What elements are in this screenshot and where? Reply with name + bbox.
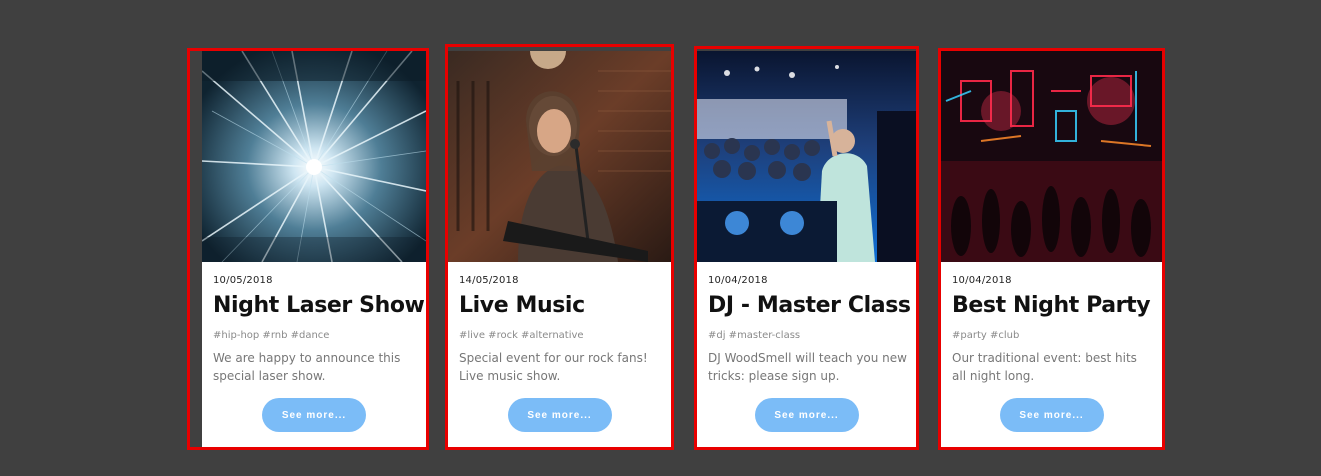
see-more-button[interactable]: See more... xyxy=(999,398,1104,432)
event-tags: #hip-hop #rnb #dance xyxy=(213,330,330,341)
event-date: 14/05/2018 xyxy=(459,275,519,286)
event-image-best-night-party xyxy=(941,51,1162,262)
event-title: DJ - Master Class xyxy=(708,293,911,318)
event-title: Night Laser Show xyxy=(213,293,425,318)
event-description: Special event for our rock fans! Live mu… xyxy=(459,351,648,383)
event-card-live-music: 14/05/2018 Live Music #live #rock #alter… xyxy=(445,44,674,450)
event-title: Best Night Party xyxy=(952,293,1151,318)
event-date: 10/04/2018 xyxy=(952,275,1012,286)
card-panel: 10/04/2018 DJ - Master Class #dj #master… xyxy=(697,51,916,447)
event-image-laser-show xyxy=(202,51,426,262)
event-title: Live Music xyxy=(459,293,585,318)
event-card-dj-master-class: 10/04/2018 DJ - Master Class #dj #master… xyxy=(694,46,919,450)
event-tags: #live #rock #alternative xyxy=(459,330,584,341)
event-date: 10/04/2018 xyxy=(708,275,768,286)
see-more-button[interactable]: See more... xyxy=(754,398,859,432)
see-more-button[interactable]: See more... xyxy=(507,398,612,432)
card-panel: 10/05/2018 Night Laser Show #hip-hop #rn… xyxy=(202,51,426,447)
event-image-live-music xyxy=(448,51,671,262)
see-more-button[interactable]: See more... xyxy=(262,398,366,432)
event-card-best-night-party: 10/04/2018 Best Night Party #party #club… xyxy=(938,48,1165,450)
event-tags: #dj #master-class xyxy=(708,330,801,341)
event-description: Our traditional event: best hits all nig… xyxy=(952,351,1137,383)
event-image-dj-master-class xyxy=(697,51,916,262)
event-card-night-laser-show: 10/05/2018 Night Laser Show #hip-hop #rn… xyxy=(187,48,429,450)
card-body: 10/05/2018 Night Laser Show #hip-hop #rn… xyxy=(202,262,426,447)
event-date: 10/05/2018 xyxy=(213,275,273,286)
card-body: 14/05/2018 Live Music #live #rock #alter… xyxy=(448,262,671,447)
event-tags: #party #club xyxy=(952,330,1020,341)
card-panel: 10/04/2018 Best Night Party #party #club… xyxy=(941,51,1162,447)
card-panel: 14/05/2018 Live Music #live #rock #alter… xyxy=(448,51,671,447)
card-body: 10/04/2018 Best Night Party #party #club… xyxy=(941,262,1162,447)
card-body: 10/04/2018 DJ - Master Class #dj #master… xyxy=(697,262,916,447)
event-description: DJ WoodSmell will teach you new tricks: … xyxy=(708,351,907,383)
event-description: We are happy to announce this special la… xyxy=(213,351,401,383)
